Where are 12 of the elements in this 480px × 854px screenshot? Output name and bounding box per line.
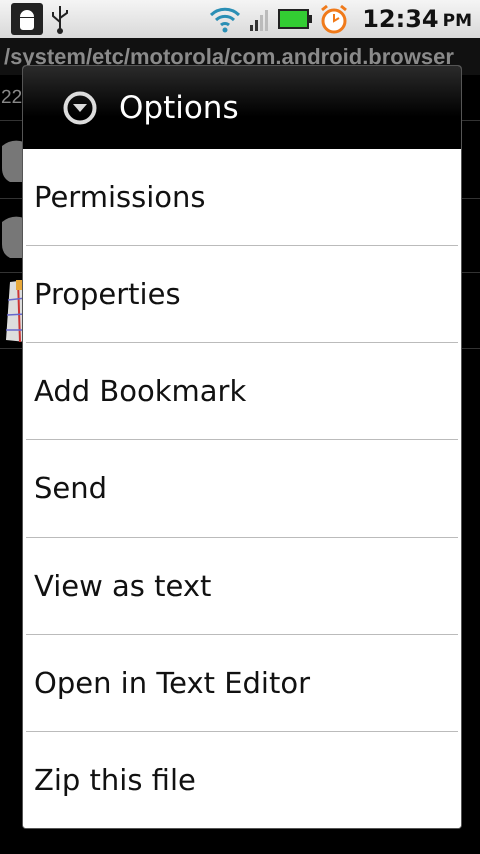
dialog-title: Options [119, 90, 239, 126]
signal-icon [250, 7, 270, 31]
clock-ampm: PM [442, 11, 472, 31]
usb-icon [51, 4, 69, 34]
battery-icon [278, 9, 312, 29]
path-text: /system/etc/motorola/com.android.browser [4, 44, 454, 70]
alarm-clock-icon [320, 4, 348, 34]
wifi-icon [208, 5, 242, 33]
android-debug-icon [11, 3, 43, 35]
clock-time: 12:34 [362, 5, 439, 33]
dropdown-circle-icon [63, 90, 97, 124]
file-size-text: 22 [1, 86, 22, 108]
